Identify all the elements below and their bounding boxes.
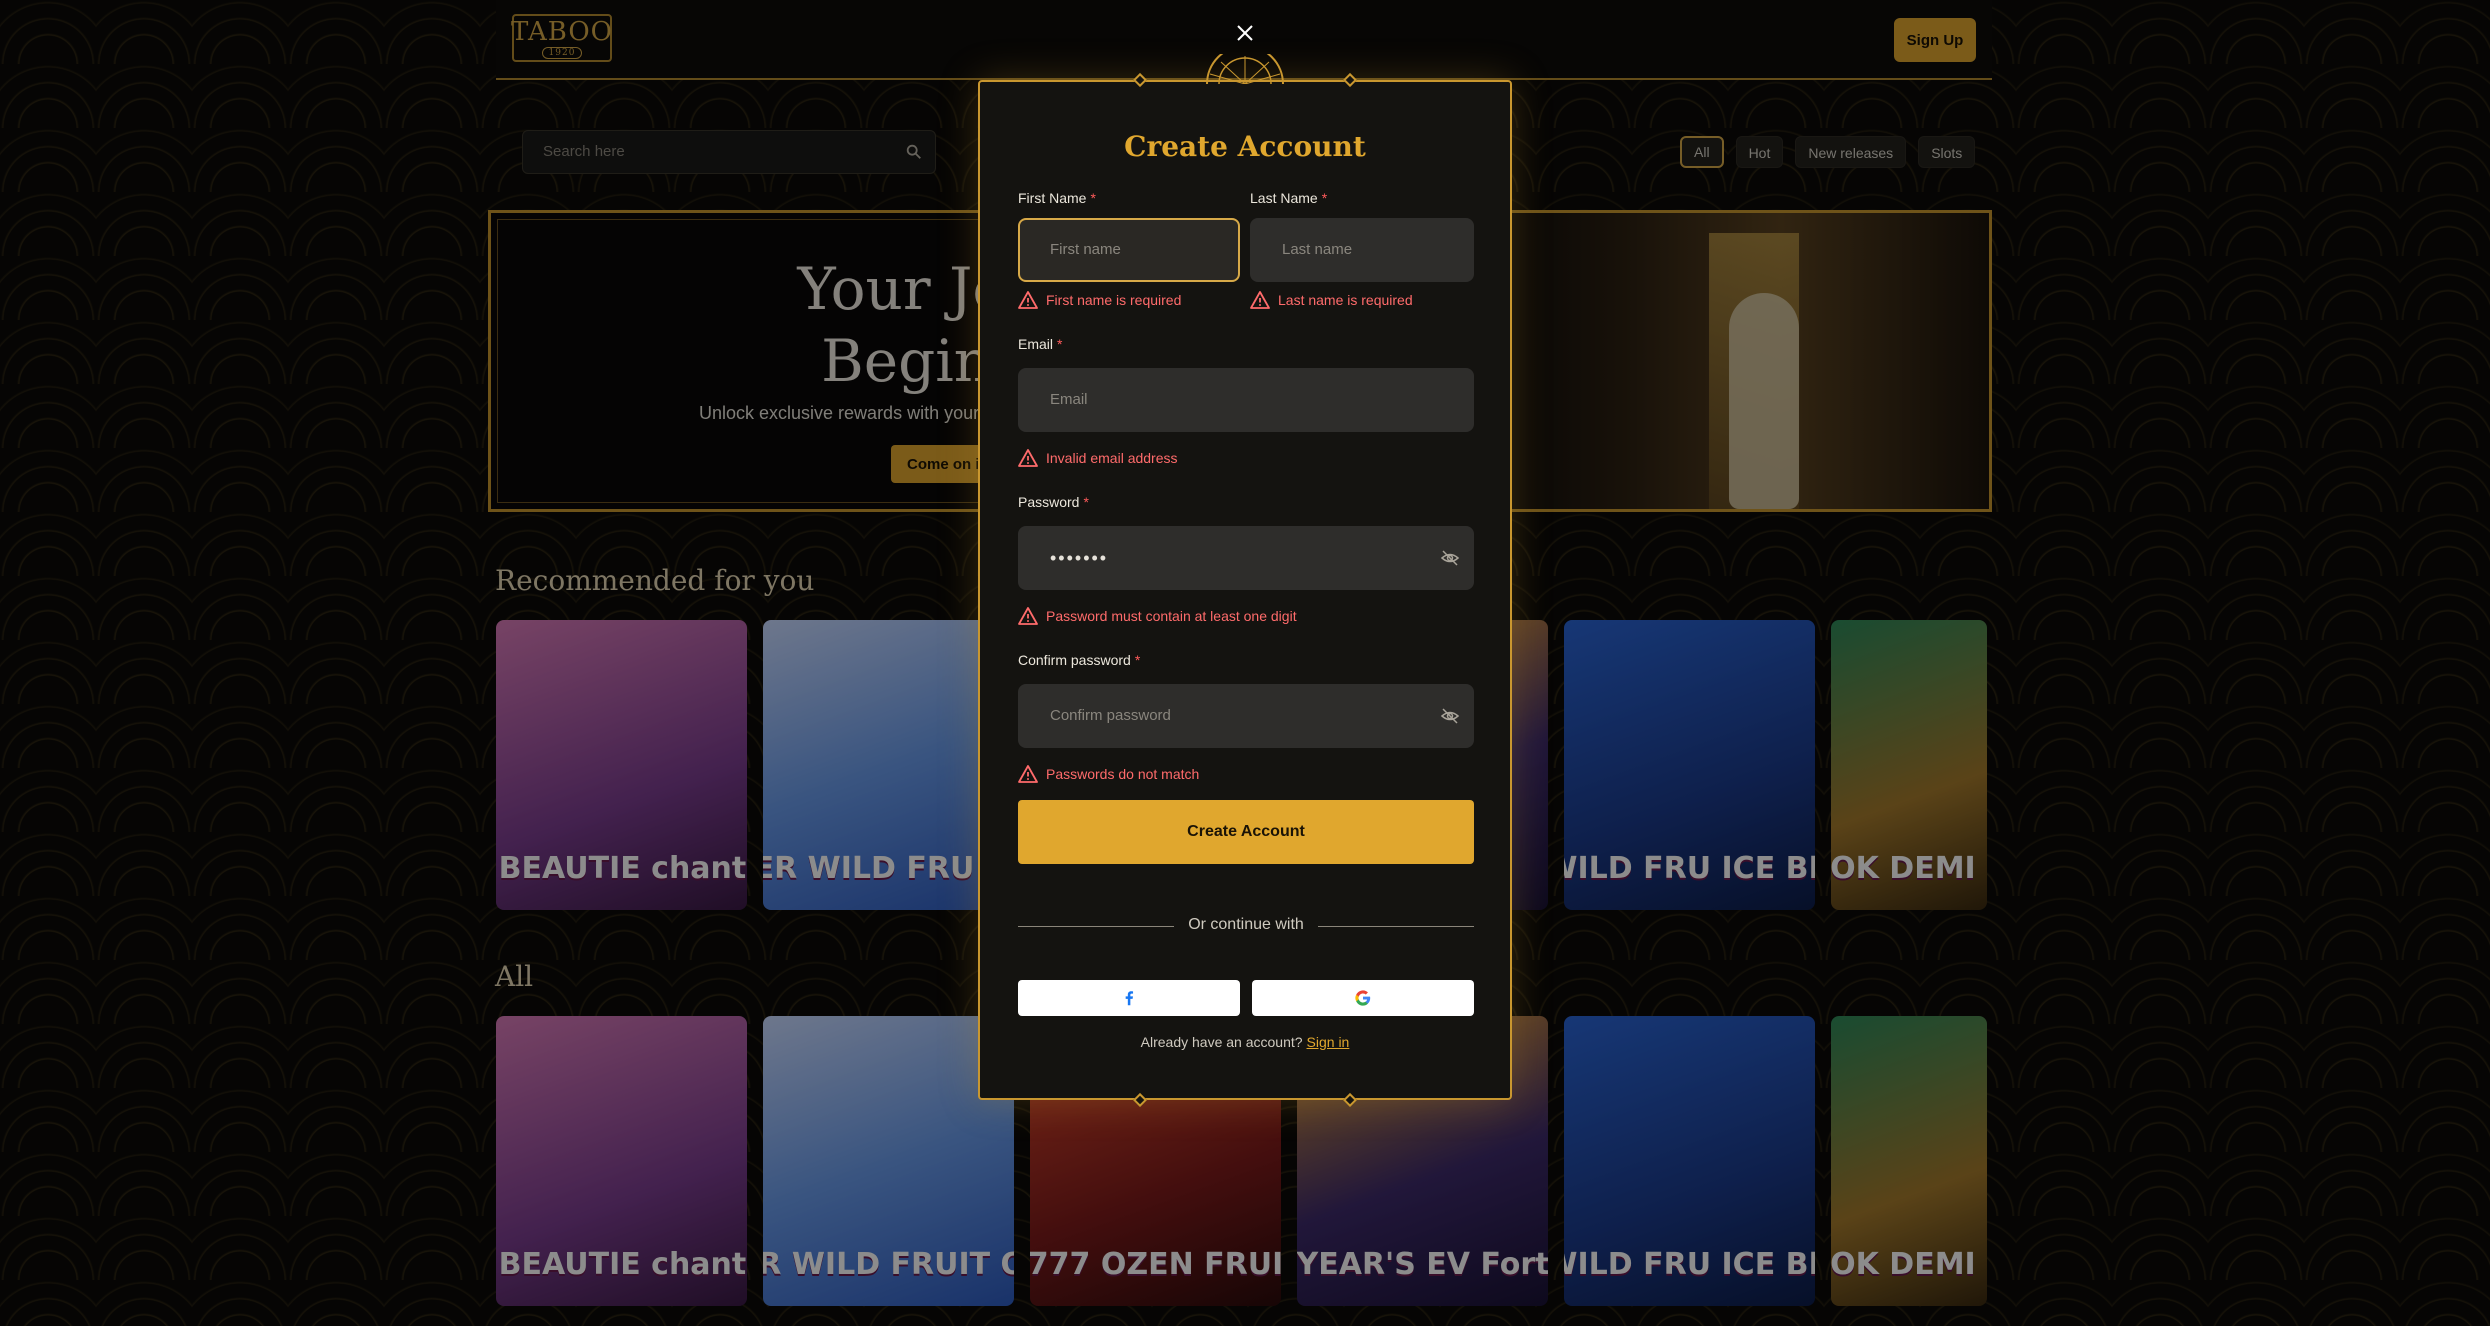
password-value: ••••••• bbox=[1050, 548, 1109, 568]
signin-link[interactable]: Sign in bbox=[1307, 1034, 1350, 1050]
warning-icon bbox=[1018, 765, 1038, 783]
confirm-password-field[interactable]: Confirm password bbox=[1018, 684, 1474, 748]
last-name-placeholder: Last name bbox=[1282, 241, 1353, 258]
signin-prompt-text: Already have an account? bbox=[1140, 1034, 1303, 1050]
first-name-placeholder: First name bbox=[1050, 241, 1121, 258]
signin-prompt: Already have an account? Sign in bbox=[980, 1034, 1510, 1050]
first-name-label-text: First Name bbox=[1018, 190, 1087, 206]
first-name-error-text: First name is required bbox=[1046, 292, 1182, 308]
first-name-error: First name is required bbox=[1018, 290, 1181, 310]
first-name-field[interactable]: First name bbox=[1018, 218, 1240, 282]
warning-icon bbox=[1018, 449, 1038, 467]
required-mark: * bbox=[1083, 494, 1089, 510]
modal-title: Create Account bbox=[1124, 130, 1366, 163]
confirm-password-error-text: Passwords do not match bbox=[1046, 766, 1200, 782]
divider-text: Or continue with bbox=[1188, 916, 1304, 933]
password-error: Password must contain at least one digit bbox=[1018, 606, 1297, 626]
social-divider: Or continue with bbox=[1018, 916, 1474, 936]
last-name-error-text: Last name is required bbox=[1278, 292, 1413, 308]
email-field[interactable]: Email bbox=[1018, 368, 1474, 432]
warning-icon bbox=[1250, 291, 1270, 309]
google-icon bbox=[1355, 990, 1371, 1006]
password-label: Password * bbox=[1018, 494, 1089, 510]
divider-line bbox=[1318, 926, 1474, 927]
warning-icon bbox=[1018, 291, 1038, 309]
last-name-error: Last name is required bbox=[1250, 290, 1413, 310]
facebook-login-button[interactable] bbox=[1018, 980, 1240, 1016]
email-error-text: Invalid email address bbox=[1046, 450, 1178, 466]
email-error: Invalid email address bbox=[1018, 448, 1178, 468]
close-modal-button[interactable] bbox=[1232, 18, 1258, 46]
close-icon bbox=[1237, 25, 1253, 41]
confirm-password-label-text: Confirm password bbox=[1018, 652, 1131, 668]
required-mark: * bbox=[1090, 190, 1096, 206]
confirm-password-error: Passwords do not match bbox=[1018, 764, 1199, 784]
last-name-label-text: Last Name bbox=[1250, 190, 1318, 206]
first-name-label: First Name * bbox=[1018, 190, 1096, 206]
facebook-icon bbox=[1125, 991, 1134, 1006]
create-account-modal: Create Account First Name * First name Fi… bbox=[978, 72, 1512, 1108]
confirm-password-placeholder: Confirm password bbox=[1050, 707, 1171, 724]
email-placeholder: Email bbox=[1050, 391, 1088, 408]
warning-icon bbox=[1018, 607, 1038, 625]
password-field[interactable]: ••••••• bbox=[1018, 526, 1474, 590]
required-mark: * bbox=[1057, 336, 1063, 352]
last-name-field[interactable]: Last name bbox=[1250, 218, 1474, 282]
confirm-password-label: Confirm password * bbox=[1018, 652, 1140, 668]
eye-off-icon[interactable] bbox=[1440, 548, 1460, 568]
required-mark: * bbox=[1321, 190, 1328, 206]
last-name-label: Last Name * bbox=[1250, 190, 1327, 206]
eye-off-icon[interactable] bbox=[1440, 706, 1460, 726]
email-label: Email * bbox=[1018, 336, 1062, 352]
art-deco-fan-ornament bbox=[1206, 54, 1284, 84]
google-login-button[interactable] bbox=[1252, 980, 1474, 1016]
password-error-text: Password must contain at least one digit bbox=[1046, 608, 1297, 624]
create-account-button[interactable]: Create Account bbox=[1018, 800, 1474, 864]
email-label-text: Email bbox=[1018, 336, 1054, 352]
required-mark: * bbox=[1134, 652, 1141, 668]
password-label-text: Password bbox=[1018, 494, 1080, 510]
